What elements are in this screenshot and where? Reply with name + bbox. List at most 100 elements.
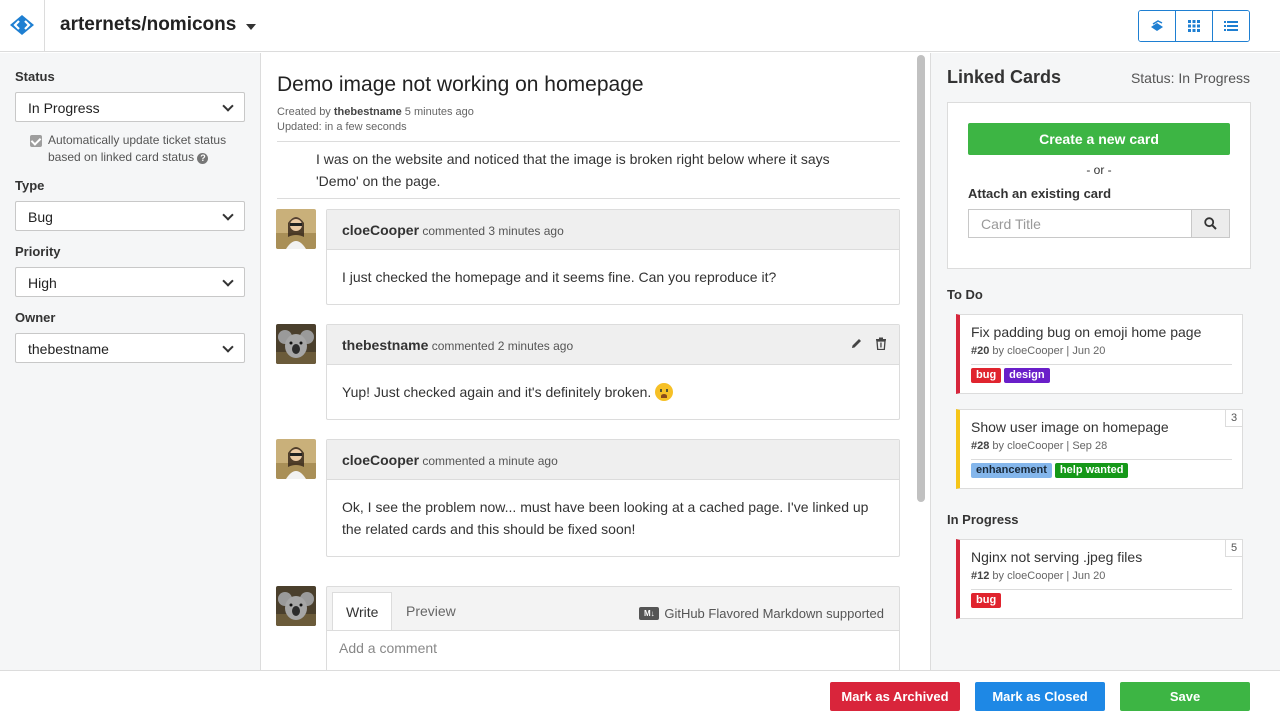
comment-header: cloeCooper commented a minute ago <box>327 440 899 480</box>
main-scrollbar[interactable] <box>917 55 925 502</box>
ticket-main: Demo image not working on homepage Creat… <box>261 53 916 670</box>
list-view-button[interactable] <box>1213 11 1249 41</box>
worried-emoji-icon <box>655 383 674 401</box>
comment-author[interactable]: cloeCooper <box>342 452 419 468</box>
created-by[interactable]: thebestname <box>334 106 402 118</box>
priority-label: Priority <box>15 244 61 259</box>
created-prefix: Created by <box>277 106 331 118</box>
linked-card[interactable]: Nginx not serving .jpeg files #12 by clo… <box>956 539 1243 619</box>
status-select[interactable]: In Progress <box>15 92 245 122</box>
avatar[interactable] <box>276 439 316 479</box>
chevron-down-icon <box>222 209 234 221</box>
list-icon <box>1224 21 1238 31</box>
card-count-badge: 3 <box>1225 409 1243 427</box>
comment-author[interactable]: cloeCooper <box>342 222 419 238</box>
create-card-button[interactable]: Create a new card <box>968 123 1230 155</box>
attach-label: Attach an existing card <box>968 186 1112 201</box>
divider <box>971 459 1232 460</box>
chevron-down-icon <box>222 341 234 353</box>
layers-icon <box>1151 20 1163 31</box>
markdown-icon: M↓ <box>639 607 660 620</box>
linked-cards-title: Linked Cards <box>947 67 1062 87</box>
auto-update-label: Automatically update ticket status based… <box>48 132 245 166</box>
layers-view-button[interactable] <box>1139 11 1176 41</box>
card-meta: #12 by cloeCooper | Jun 20 <box>971 570 1105 582</box>
code-brackets-logo-icon <box>10 15 34 35</box>
avatar <box>276 586 316 626</box>
app-logo[interactable] <box>0 0 45 52</box>
markdown-note-text: GitHub Flavored Markdown supported <box>664 606 884 621</box>
divider <box>971 589 1232 590</box>
tab-write[interactable]: Write <box>332 592 393 631</box>
comment-tools <box>850 337 887 350</box>
save-button[interactable]: Save <box>1120 682 1250 711</box>
divider <box>971 364 1232 365</box>
mark-archived-button[interactable]: Mark as Archived <box>830 682 960 711</box>
woman-avatar <box>276 209 316 249</box>
comment-author[interactable]: thebestname <box>342 337 428 353</box>
card-meta: #28 by cloeCooper | Sep 28 <box>971 440 1107 452</box>
card-search-button[interactable] <box>1191 209 1230 238</box>
avatar[interactable] <box>276 324 316 364</box>
repo-name: arternets/nomicons <box>60 14 237 35</box>
koala-avatar <box>276 324 316 364</box>
card-title: Show user image on homepage <box>971 419 1169 435</box>
trash-icon[interactable] <box>875 337 887 350</box>
ticket-properties-sidebar: Status In Progress Automatically update … <box>0 53 261 670</box>
card-count-badge: 5 <box>1225 539 1243 557</box>
section-in-progress: In Progress <box>947 512 1019 527</box>
owner-label: Owner <box>15 310 56 325</box>
comment-header: thebestname commented 2 minutes ago <box>327 325 899 365</box>
comment-body: I just checked the homepage and it seems… <box>342 269 777 285</box>
type-select[interactable]: Bug <box>15 201 245 231</box>
tag: help wanted <box>1054 463 1129 478</box>
created-ago: 5 minutes ago <box>404 106 474 118</box>
priority-value: High <box>28 275 57 291</box>
tag: bug <box>971 593 1002 608</box>
card-id: #20 <box>971 345 990 357</box>
comment: cloeCooper commented a minute ago Ok, I … <box>326 439 900 557</box>
linked-card[interactable]: Fix padding bug on emoji home page #20 b… <box>956 314 1243 394</box>
ticket-description: I was on the website and noticed that th… <box>316 151 830 189</box>
owner-select[interactable]: thebestname <box>15 333 245 363</box>
link-card-box: Create a new card - or - Attach an exist… <box>947 102 1251 269</box>
avatar[interactable] <box>276 209 316 249</box>
markdown-note: M↓ GitHub Flavored Markdown supported <box>639 606 884 621</box>
card-id: #28 <box>971 440 990 452</box>
mark-closed-button[interactable]: Mark as Closed <box>975 682 1105 711</box>
grid-icon <box>1188 20 1200 32</box>
tag: design <box>1004 368 1050 383</box>
comment: thebestname commented 2 minutes ago Yup!… <box>326 324 900 420</box>
priority-select[interactable]: High <box>15 267 245 297</box>
linked-cards-panel: Linked Cards Status: In Progress Create … <box>930 53 1280 670</box>
grid-view-button[interactable] <box>1176 11 1213 41</box>
card-title: Fix padding bug on emoji home page <box>971 324 1202 340</box>
status-value: In Progress <box>28 100 100 116</box>
action-bar: Mark as Archived Mark as Closed Save <box>0 670 1280 720</box>
tag: enhancement <box>971 463 1052 478</box>
tab-preview[interactable]: Preview <box>393 592 469 635</box>
type-value: Bug <box>28 209 53 225</box>
card-title-input[interactable]: Card Title <box>968 209 1192 238</box>
repo-selector[interactable]: arternets/nomicons <box>60 14 257 36</box>
card-id: #12 <box>971 570 990 582</box>
comment-input[interactable]: Add a comment <box>327 630 899 670</box>
auto-update-checkbox[interactable] <box>30 135 42 147</box>
chevron-down-icon <box>222 100 234 112</box>
card-tags: bug <box>971 593 1002 608</box>
linked-card[interactable]: Show user image on homepage #28 by cloeC… <box>956 409 1243 489</box>
edit-pencil-icon[interactable] <box>850 337 863 350</box>
comment-meta: commented 3 minutes ago <box>422 224 564 238</box>
top-bar: arternets/nomicons <box>0 0 1280 52</box>
linked-status: Status: In Progress <box>1130 70 1250 86</box>
chevron-down-icon <box>246 23 257 30</box>
card-by: by cloeCooper | Sep 28 <box>992 440 1108 452</box>
tag: bug <box>971 368 1002 383</box>
comment-meta: commented a minute ago <box>422 454 558 468</box>
status-label: Status <box>15 69 55 84</box>
help-icon[interactable]: ? <box>197 153 209 164</box>
divider <box>277 198 900 199</box>
comment: cloeCooper commented 3 minutes ago I jus… <box>326 209 900 305</box>
auto-update-option[interactable]: Automatically update ticket status based… <box>30 132 245 166</box>
ticket-title: Demo image not working on homepage <box>277 73 644 96</box>
